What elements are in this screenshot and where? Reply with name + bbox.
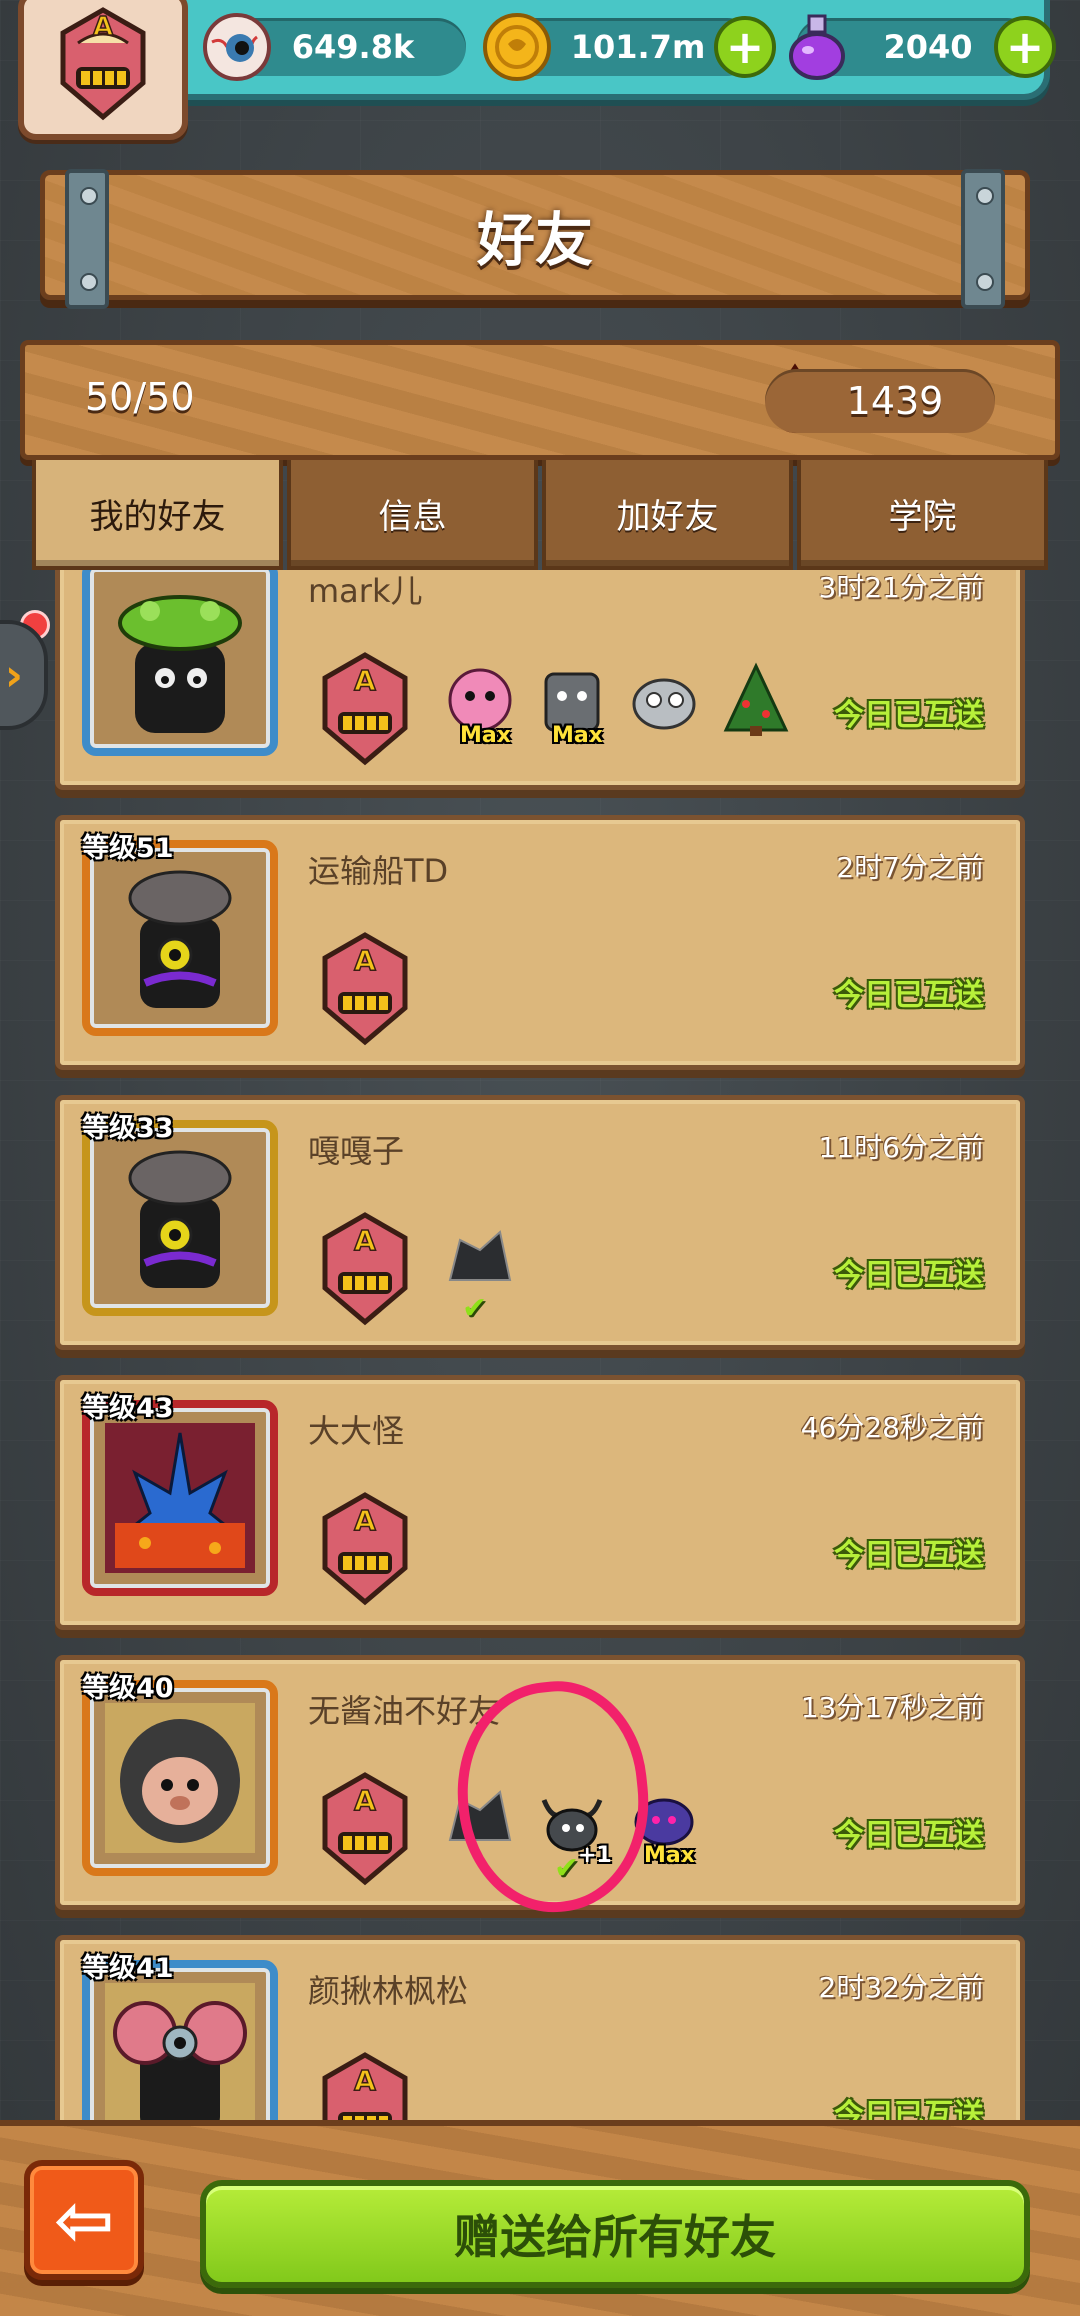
chef-monster-icon: [128, 870, 232, 1008]
gift-status: 今日已互送: [834, 978, 984, 1013]
rank-letter: A: [93, 12, 113, 42]
ram-horn-monster-icon: [105, 1983, 255, 2130]
friend-avatar[interactable]: [82, 840, 278, 1036]
stone-golem-monster-icon: Max: [532, 660, 612, 748]
friend-name: 嘎嘎子: [308, 1132, 405, 1170]
player-rank-badge[interactable]: A: [18, 0, 188, 140]
friend-avatar[interactable]: [82, 1400, 278, 1596]
tree-monster-icon: [716, 660, 796, 740]
friend-level: 等级51: [82, 833, 174, 864]
back-arrow-icon: ⇦: [53, 2178, 115, 2262]
pink-brain-monster-icon: Max: [440, 660, 520, 748]
friend-level: 等级43: [82, 1393, 174, 1424]
tab-my-friends[interactable]: 我的好友: [32, 460, 283, 570]
blood-count: 1439: [765, 369, 995, 433]
rank-a-icon: A: [322, 1212, 408, 1326]
friend-name: 运输船TD: [308, 852, 449, 890]
add-coins-button[interactable]: +: [714, 16, 776, 78]
gift-status: 今日已互送: [834, 1258, 984, 1293]
rank-a-icon: A: [322, 652, 408, 766]
rank-letter: A: [354, 664, 376, 697]
add-potions-button[interactable]: +: [994, 16, 1056, 78]
tab-bar: 我的好友 信息 加好友 学院: [30, 460, 1050, 570]
rank-letter: A: [354, 1224, 376, 1257]
rank-a-icon: A: [322, 1772, 408, 1886]
friend-avatar[interactable]: [82, 1120, 278, 1316]
friend-avatar[interactable]: [82, 1960, 278, 2130]
friend-card[interactable]: 等级41 颜揪林枫松 2时32分之前 A 今日已互送: [55, 1935, 1025, 2130]
last-seen: 2时7分之前: [836, 851, 984, 884]
title-plank: 好友: [40, 169, 1030, 309]
friend-card[interactable]: 等级51 运输船TD 2时7分之前 A 今日已互送: [55, 815, 1025, 1070]
lava-monster-icon: [105, 1423, 255, 1573]
rank-a-icon: A: [60, 7, 146, 121]
tab-messages[interactable]: 信息: [287, 460, 538, 570]
potion-resource: 2040 +: [789, 14, 1056, 80]
friend-level: 等级33: [82, 1113, 174, 1144]
rank-letter: A: [354, 1504, 376, 1537]
friend-avatar[interactable]: [82, 1680, 278, 1876]
status-plank: 50/50 1439: [20, 340, 1060, 460]
shadow-beast-monster-icon: [440, 1780, 520, 1860]
bottom-bar: ⇦ 赠送给所有好友: [0, 2120, 1080, 2316]
friend-name: 大大怪: [308, 1412, 405, 1450]
friend-level: 等级41: [82, 1953, 174, 1984]
friend-card[interactable]: 等级43 大大怪 46分28秒之前 A 今日已互送: [55, 1375, 1025, 1630]
friend-list[interactable]: mark儿 3时21分之前 A Max Max 今日已互送 等级51 运输船TD…: [0, 570, 1080, 2130]
chef-monster-icon: [128, 1150, 232, 1288]
plus-one-label: +1: [578, 1843, 612, 1868]
tab-academy[interactable]: 学院: [797, 460, 1048, 570]
rank-a-icon: A: [322, 1492, 408, 1606]
coin-icon: [483, 13, 551, 81]
shadow-beast-monster-icon: ✔: [440, 1220, 520, 1326]
friend-name: 颜揪林枫松: [308, 1972, 469, 2010]
resource-bar: 649.8k 101.7m + 2040 +: [150, 0, 1056, 100]
gift-status: 今日已互送: [834, 698, 984, 733]
rank-a-icon: A: [322, 2052, 408, 2130]
back-button[interactable]: ⇦: [24, 2160, 144, 2280]
collected-monsters: ✔: [440, 1220, 520, 1326]
friend-name: 无酱油不好友: [308, 1692, 501, 1730]
gift-status: 今日已互送: [834, 1538, 984, 1573]
last-seen: 2时32分之前: [818, 1971, 984, 2004]
frog-hat-monster-icon: [118, 595, 242, 733]
friend-card[interactable]: 等级40 无酱油不好友 13分17秒之前 A +1 ✔ Max 今日已互送: [55, 1655, 1025, 1910]
collected-monsters: Max Max: [440, 660, 796, 748]
potion-flask-icon: [789, 14, 845, 80]
rank-letter: A: [354, 2064, 376, 2097]
rank-letter: A: [354, 944, 376, 977]
page-title: 好友: [476, 206, 593, 274]
friend-name: mark儿: [308, 572, 423, 610]
robot-monster-icon: [624, 660, 704, 740]
friend-card[interactable]: mark儿 3时21分之前 A Max Max 今日已互送: [55, 570, 1025, 790]
last-seen: 46分28秒之前: [800, 1411, 984, 1444]
max-label: Max: [644, 1843, 695, 1868]
friend-count: 50/50: [85, 375, 195, 419]
horned-monster-icon: +1 ✔: [532, 1780, 612, 1886]
rank-letter: A: [354, 1784, 376, 1817]
friend-card[interactable]: 等级33 嘎嘎子 11时6分之前 A ✔ 今日已互送: [55, 1095, 1025, 1350]
gift-status: 今日已互送: [834, 1818, 984, 1853]
coin-resource: 101.7m +: [483, 13, 776, 81]
last-seen: 13分17秒之前: [800, 1691, 984, 1724]
collected-monsters: +1 ✔ Max: [440, 1780, 704, 1886]
hairy-monster-icon: [105, 1703, 255, 1853]
check-icon: ✔: [554, 1851, 580, 1886]
purple-monster-icon: Max: [624, 1780, 704, 1868]
tab-add-friend[interactable]: 加好友: [542, 460, 793, 570]
rank-a-icon: A: [322, 932, 408, 1046]
last-seen: 11时6分之前: [818, 1131, 984, 1164]
send-to-all-friends-button[interactable]: 赠送给所有好友: [200, 2180, 1030, 2288]
plus-icon: +: [1005, 20, 1045, 74]
last-seen: 3时21分之前: [818, 571, 984, 604]
eye-resource: 649.8k: [203, 13, 466, 81]
max-label: Max: [460, 723, 511, 748]
check-icon: ✔: [462, 1291, 488, 1326]
eyeball-icon: [203, 13, 271, 81]
max-label: Max: [552, 723, 603, 748]
friend-level: 等级40: [82, 1673, 174, 1704]
plus-icon: +: [725, 20, 765, 74]
friend-avatar[interactable]: [82, 570, 278, 756]
